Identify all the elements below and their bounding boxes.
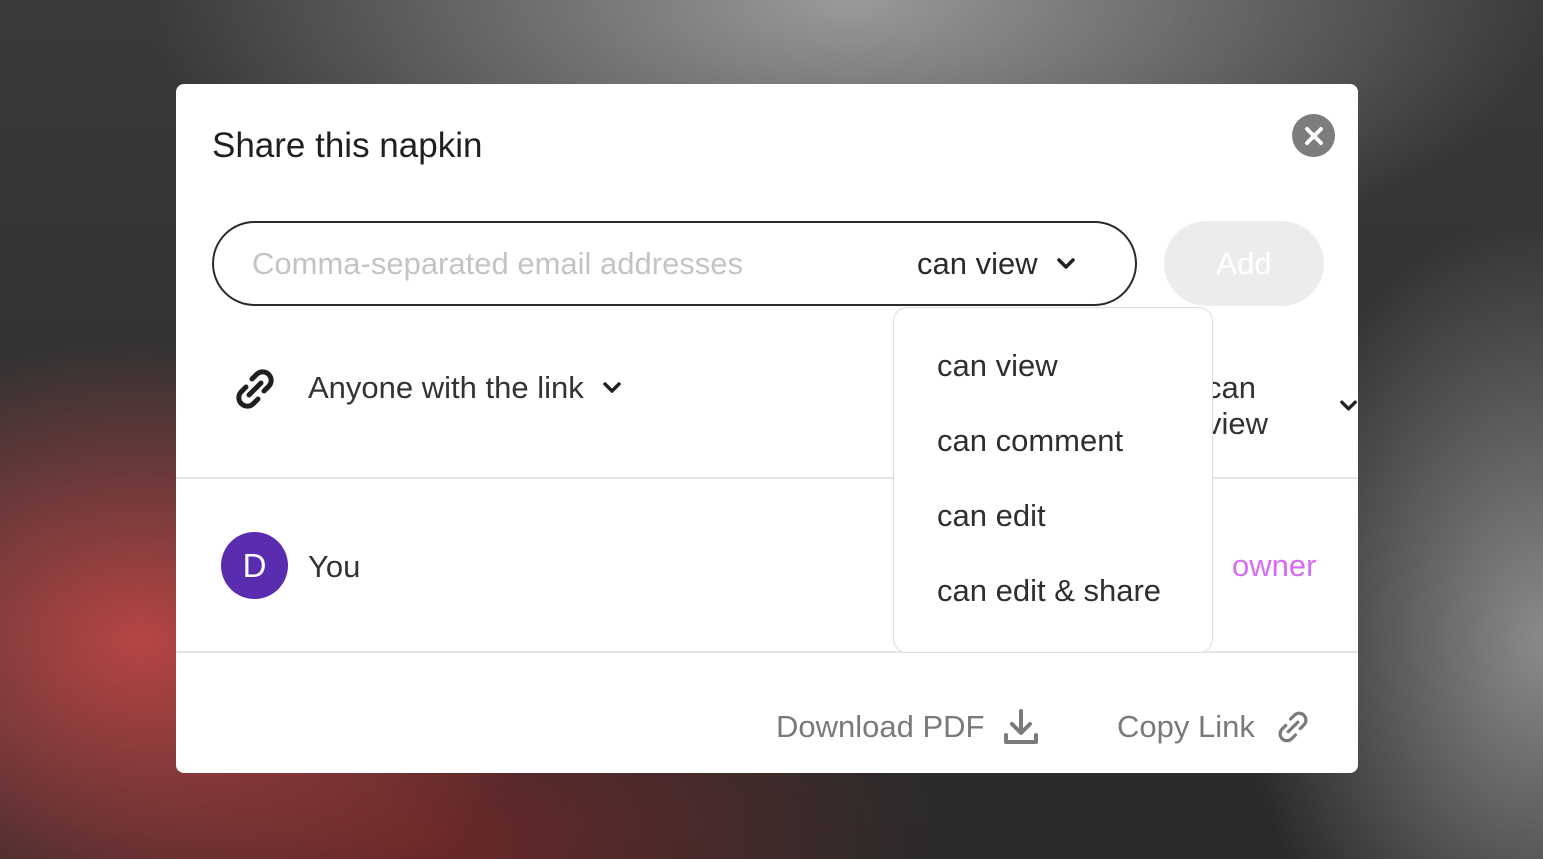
add-button[interactable]: Add — [1164, 221, 1324, 306]
dialog-title: Share this napkin — [212, 126, 483, 165]
link-scope-label: Anyone with the link — [308, 370, 584, 405]
invite-permission-label: can view — [917, 246, 1038, 281]
member-name: You — [308, 549, 361, 584]
link-icon — [1278, 711, 1308, 743]
chevron-down-icon — [1340, 400, 1357, 411]
chevron-down-icon — [602, 382, 621, 393]
close-icon — [1304, 126, 1323, 145]
menu-item-can-edit-share[interactable]: can edit & share — [894, 573, 1212, 648]
chevron-down-icon — [1056, 258, 1075, 269]
link-icon — [230, 364, 280, 419]
link-permission-label: can view — [1206, 370, 1269, 441]
invite-permission-select[interactable]: can view — [917, 243, 1076, 285]
link-scope-select[interactable]: Anyone with the link — [308, 370, 622, 406]
menu-item-can-comment[interactable]: can comment — [894, 423, 1212, 498]
download-icon — [1004, 709, 1039, 744]
download-pdf-button[interactable]: Download PDF — [776, 707, 1040, 747]
permission-dropdown-menu: can view can comment can edit can edit &… — [893, 307, 1213, 653]
avatar: D — [221, 532, 288, 599]
close-button[interactable] — [1292, 114, 1335, 157]
download-pdf-label: Download PDF — [776, 709, 985, 744]
menu-item-can-view[interactable]: can view — [894, 348, 1212, 423]
share-dialog: Share this napkin can view Add Anyone wi… — [176, 84, 1358, 773]
copy-link-label: Copy Link — [1117, 709, 1255, 744]
email-input[interactable] — [252, 245, 872, 283]
member-role: owner — [1232, 548, 1317, 583]
link-permission-select[interactable]: can view — [1206, 370, 1358, 442]
invite-field: can view — [212, 221, 1137, 306]
copy-link-button[interactable]: Copy Link — [1117, 707, 1313, 747]
menu-item-can-edit[interactable]: can edit — [894, 498, 1212, 573]
